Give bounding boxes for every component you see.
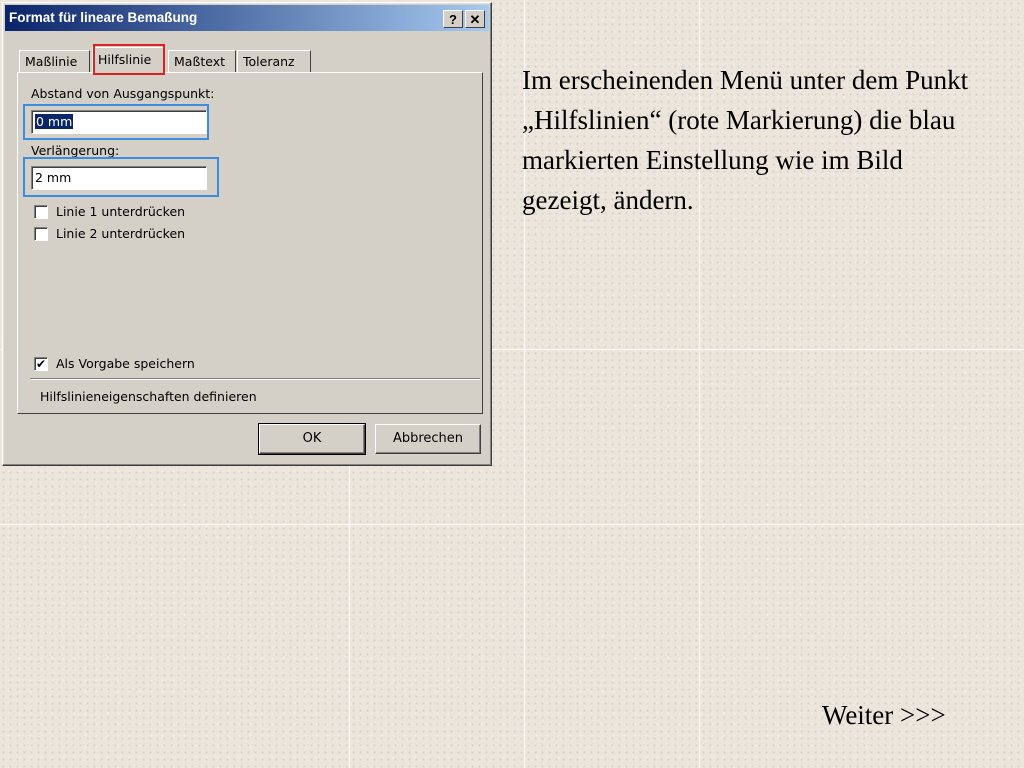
format-dialog: Format für lineare Bemaßung ? ✕ Maßlinie… bbox=[2, 2, 492, 466]
verlaengerung-input[interactable]: 2 mm bbox=[31, 166, 207, 190]
dialog-title-bar[interactable]: Format für lineare Bemaßung ? ✕ bbox=[5, 5, 489, 31]
checkbox-linie-2[interactable] bbox=[34, 227, 48, 241]
checkbox-linie-1[interactable] bbox=[34, 205, 48, 219]
tab-toleranz[interactable]: Toleranz bbox=[237, 50, 311, 72]
next-link[interactable]: Weiter >>> bbox=[822, 700, 946, 731]
tab-hilfslinie[interactable]: Hilfslinie bbox=[92, 47, 165, 74]
panel-description: Hilfslinieneigenschaften definieren bbox=[40, 389, 257, 404]
verlaengerung-label: Verlängerung: bbox=[31, 143, 120, 158]
hilfslinie-panel: Abstand von Ausgangspunkt: 0 mm Verlänge… bbox=[17, 72, 483, 414]
save-default-label: Als Vorgabe speichern bbox=[56, 356, 195, 371]
close-button[interactable]: ✕ bbox=[465, 10, 485, 28]
tab-masslinie[interactable]: Maßlinie bbox=[19, 50, 90, 72]
abstand-value: 0 mm bbox=[35, 114, 74, 129]
abstand-input[interactable]: 0 mm bbox=[31, 110, 207, 134]
ok-button[interactable]: OK bbox=[258, 423, 366, 455]
checkbox-save-default[interactable]: ✔ bbox=[34, 357, 48, 371]
checkbox-linie-1-label: Linie 1 unterdrücken bbox=[56, 204, 186, 219]
tab-masstext[interactable]: Maßtext bbox=[168, 50, 236, 72]
panel-separator bbox=[30, 378, 480, 380]
instruction-text: Im erscheinenden Menü unter dem Punkt „H… bbox=[522, 65, 969, 215]
help-button[interactable]: ? bbox=[443, 10, 463, 28]
grid-line bbox=[0, 524, 1024, 525]
cancel-button[interactable]: Abbrechen bbox=[375, 424, 481, 454]
abstand-label: Abstand von Ausgangspunkt: bbox=[31, 86, 215, 101]
checkbox-linie-2-label: Linie 2 unterdrücken bbox=[56, 226, 186, 241]
dialog-title: Format für lineare Bemaßung bbox=[9, 10, 198, 25]
close-icon: ✕ bbox=[469, 12, 481, 27]
